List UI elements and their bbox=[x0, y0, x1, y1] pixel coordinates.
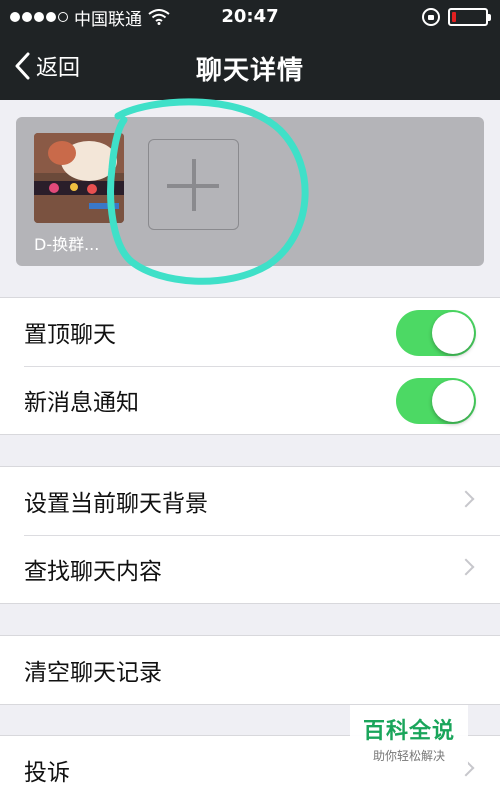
row-chat-background[interactable]: 设置当前聊天背景 bbox=[0, 467, 500, 535]
chevron-right-icon bbox=[457, 490, 475, 508]
battery-icon bbox=[448, 8, 491, 26]
avatar-photo bbox=[34, 133, 124, 223]
member-name: D-换群... bbox=[34, 235, 100, 254]
member-item[interactable]: D-换群... bbox=[34, 133, 124, 255]
row-new-message-notify[interactable]: 新消息通知 bbox=[0, 366, 500, 434]
row-label: 置顶聊天 bbox=[24, 322, 116, 348]
group-members-panel: D-换群... bbox=[16, 117, 484, 266]
row-search-chat[interactable]: 查找聊天内容 bbox=[0, 535, 500, 603]
settings-group-chat: 设置当前聊天背景 查找聊天内容 bbox=[0, 466, 500, 604]
watermark-title: 百科全说 bbox=[362, 719, 455, 744]
row-label: 清空聊天记录 bbox=[24, 660, 162, 686]
row-clear-history[interactable]: 清空聊天记录 bbox=[0, 636, 500, 704]
watermark-logo: 百科全说 助你轻松解决 bbox=[350, 705, 468, 767]
page-title: 聊天详情 bbox=[195, 56, 304, 86]
row-label: 新消息通知 bbox=[24, 390, 139, 416]
member-avatar bbox=[34, 133, 124, 223]
row-label: 投诉 bbox=[24, 760, 70, 786]
pin-chat-toggle[interactable] bbox=[396, 310, 476, 356]
battery-level bbox=[452, 12, 456, 22]
status-bar: 中国联通 20:47 bbox=[0, 0, 500, 34]
watermark-subtitle: 助你轻松解决 bbox=[372, 749, 445, 763]
nav-bar: 返回 聊天详情 bbox=[0, 34, 500, 100]
add-member-button[interactable] bbox=[148, 139, 239, 230]
settings-group-clear: 清空聊天记录 bbox=[0, 635, 500, 705]
chevron-right-icon bbox=[457, 558, 475, 576]
rotation-lock-icon bbox=[422, 8, 440, 26]
status-right bbox=[422, 8, 491, 26]
row-label: 查找聊天内容 bbox=[24, 559, 162, 585]
row-pin-chat[interactable]: 置顶聊天 bbox=[0, 298, 500, 366]
new-message-notify-toggle[interactable] bbox=[396, 378, 476, 424]
row-label: 设置当前聊天背景 bbox=[24, 491, 208, 517]
settings-group-toggles: 置顶聊天 新消息通知 bbox=[0, 297, 500, 435]
